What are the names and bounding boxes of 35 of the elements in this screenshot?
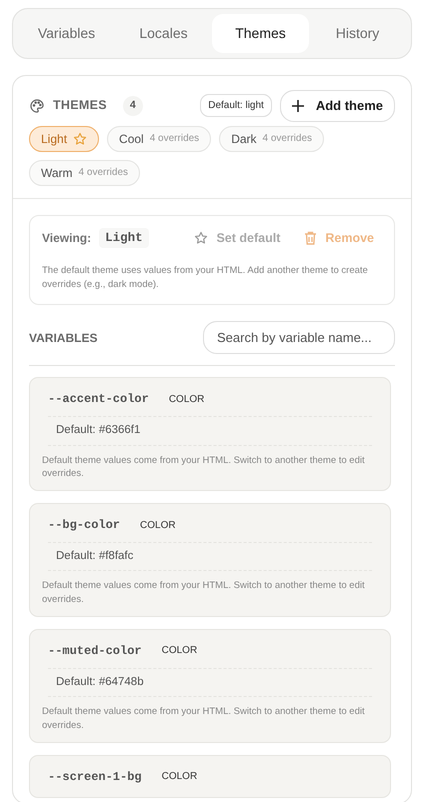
default-value: Default: #64748b <box>48 668 372 698</box>
tab[interactable]: Themes <box>212 14 309 53</box>
default-value: Default: #6366f1 <box>48 416 372 446</box>
trash-icon <box>304 230 318 245</box>
theme-name: Light <box>99 228 149 248</box>
add-theme-button[interactable]: Add theme <box>280 90 395 122</box>
section-title: THEMES <box>53 97 107 114</box>
type-label: COLOR <box>160 644 198 658</box>
tab[interactable]: History <box>309 14 406 53</box>
theme-chip[interactable]: Light <box>29 126 100 152</box>
info-text: The default theme uses values from your HTML. Add another theme to create overrides (e.g., dark mode). <box>42 264 369 292</box>
type-label: COLOR <box>168 392 206 407</box>
info-text: Default theme values come from your HTML. Switch to another theme to edit overrides. <box>42 579 366 607</box>
type-label: COLOR <box>160 770 198 784</box>
info-text: Default theme values come from your HTML. Switch to another theme to edit overrides. <box>42 454 366 482</box>
default-theme-badge: Default: light <box>200 94 272 118</box>
variable-name: --muted-color <box>47 642 143 660</box>
info-text: Default theme values come from your HTML. Switch to another theme to edit overrides. <box>42 705 366 733</box>
theme-chip[interactable]: Warm 4 overrides <box>29 160 140 186</box>
star-icon <box>194 230 208 245</box>
tab[interactable]: Locales <box>115 14 212 53</box>
palette-icon <box>29 98 45 114</box>
default-value: Default: #f8fafc <box>48 542 372 572</box>
plus-icon <box>292 100 304 112</box>
variable-name: --accent-color <box>47 391 150 408</box>
theme-chip[interactable]: Cool 4 overrides <box>107 126 212 152</box>
variable-name: --bg-color <box>47 517 122 534</box>
section-title: VARIABLES <box>29 330 98 347</box>
type-label: COLOR <box>139 518 177 533</box>
variable-name: --screen-1-bg <box>47 768 143 786</box>
viewing-label: Viewing: <box>42 230 92 247</box>
tab[interactable]: Variables <box>18 14 115 53</box>
count-badge: 4 <box>122 96 143 116</box>
theme-chip[interactable]: Dark 4 overrides <box>219 126 324 152</box>
search-field[interactable]: Search by variable name... <box>203 320 395 354</box>
